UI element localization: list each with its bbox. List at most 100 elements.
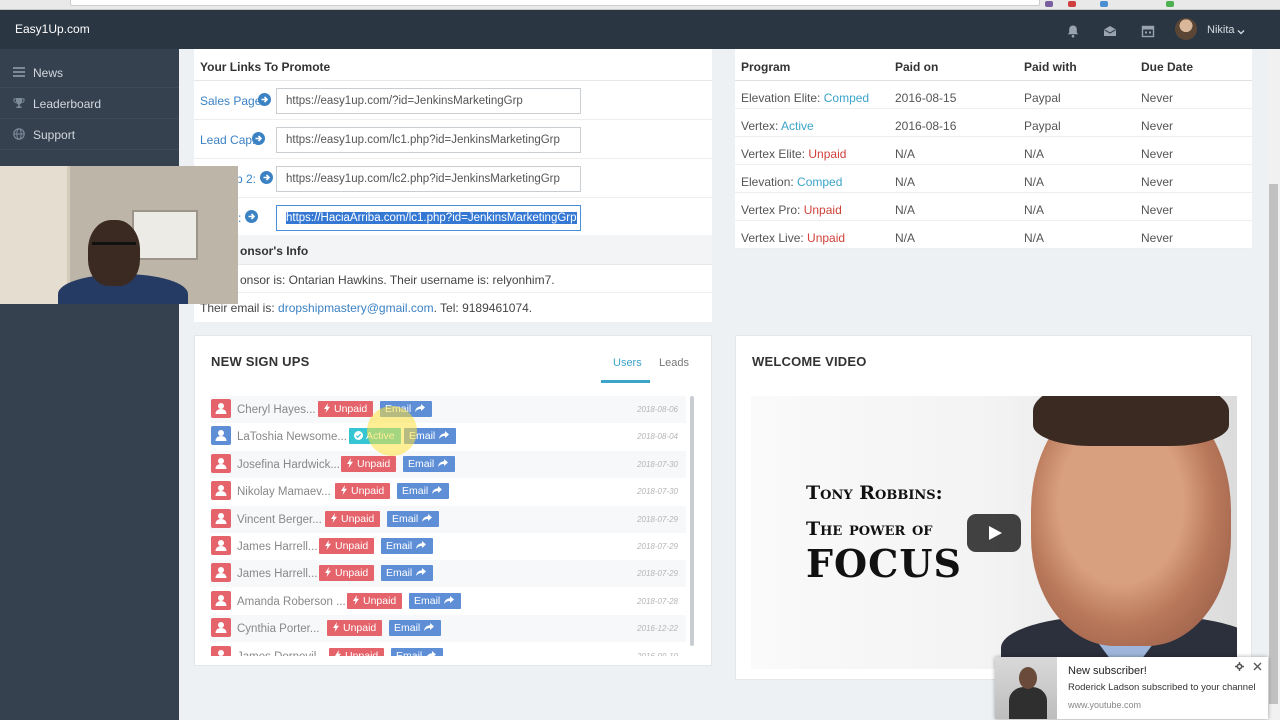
subscriber-notification[interactable]: New subscriber! Roderick Ladson subscrib… xyxy=(995,657,1268,719)
sidebar-item-support[interactable]: Support xyxy=(0,119,179,150)
user-name[interactable]: Nikita xyxy=(1207,24,1235,36)
link-label[interactable]: p 2: xyxy=(236,172,256,186)
signup-name[interactable]: James Dornevil... xyxy=(237,651,326,656)
notification-title: New subscriber! xyxy=(1068,665,1147,677)
spanish-lead-cap-link-field[interactable]: https://HaciaArriba.com/lc1.php?id=Jenki… xyxy=(276,205,581,231)
arrow-circle-right-icon[interactable] xyxy=(258,93,271,106)
user-icon xyxy=(211,536,231,555)
page-scrollbar-thumb[interactable] xyxy=(1269,184,1278,704)
arrow-circle-right-icon[interactable] xyxy=(252,132,265,145)
email-button[interactable]: Email xyxy=(387,510,440,527)
link-label[interactable]: Sales Page: xyxy=(200,94,265,108)
share-icon xyxy=(420,622,435,634)
page-scrollbar[interactable] xyxy=(1267,49,1280,720)
signup-name[interactable]: Josefina Hardwick... xyxy=(237,459,340,471)
email-button[interactable]: Email xyxy=(381,538,434,554)
signups-list: Cheryl Hayes...UnpaidEmail2018-08-06 LaTo… xyxy=(210,396,696,656)
signups-scrollbar[interactable] xyxy=(690,396,694,646)
signup-row: Cynthia Porter... Unpaid Email 2016-12-22 xyxy=(210,615,686,643)
signup-row: Vincent Berger... Unpaid Email 2018-07-29 xyxy=(210,505,686,533)
calendar-icon[interactable] xyxy=(1141,24,1155,38)
program-status: Comped xyxy=(823,91,870,105)
brand-logo[interactable]: Easy1Up.com xyxy=(15,22,90,36)
signup-name[interactable]: Cynthia Porter... xyxy=(237,623,319,635)
tab-users[interactable]: Users xyxy=(613,357,642,369)
tab-leads[interactable]: Leads xyxy=(659,357,689,369)
column-header-paid-on: Paid on xyxy=(895,60,939,74)
sponsor-contact-line: Their email is: dropshipmastery@gmail.co… xyxy=(194,293,712,321)
signup-name[interactable]: James Harrell... xyxy=(237,568,318,580)
email-button[interactable]: Email xyxy=(381,565,434,582)
extension-icon[interactable] xyxy=(1166,1,1174,7)
due-date: Never xyxy=(1141,147,1174,161)
close-icon[interactable] xyxy=(1253,662,1262,671)
sidebar-item-news[interactable]: News xyxy=(0,57,179,88)
program-row: Vertex Pro: Unpaid N/A N/A Never xyxy=(735,193,1252,221)
signup-name[interactable]: Nikolay Mamaev... xyxy=(237,486,331,498)
share-icon xyxy=(411,403,426,415)
lead-cap-link-field[interactable]: https://easy1up.com/lc1.php?id=JenkinsMa… xyxy=(276,127,581,153)
email-button[interactable]: Email xyxy=(397,483,450,500)
address-bar[interactable] xyxy=(70,0,1040,6)
signup-name[interactable]: Amanda Roberson ... xyxy=(237,596,346,608)
email-button[interactable]: Email xyxy=(389,620,442,637)
signup-name[interactable]: James Harrell... xyxy=(237,541,318,553)
signup-date: 2018-07-29 xyxy=(637,569,678,579)
program-row: Vertex Elite: Unpaid N/A N/A Never xyxy=(735,137,1252,165)
notification-source: www.youtube.com xyxy=(1068,700,1142,710)
active-tab-indicator xyxy=(601,380,650,383)
extension-icon[interactable] xyxy=(1100,1,1108,7)
chevron-down-icon[interactable] xyxy=(1237,25,1245,35)
program-name: Elevation: Comped xyxy=(741,175,843,189)
signup-row: James Harrell... Unpaid Email 2018-07-29 xyxy=(210,533,686,560)
program-status: Active xyxy=(781,119,814,133)
signup-name[interactable]: Vincent Berger... xyxy=(237,514,322,526)
play-button[interactable] xyxy=(967,514,1021,552)
due-date: Never xyxy=(1141,91,1174,105)
sidebar-item-leaderboard[interactable]: Leaderboard xyxy=(0,88,179,119)
extension-icon[interactable] xyxy=(1068,1,1076,7)
arrow-circle-right-icon[interactable] xyxy=(245,210,258,223)
email-button[interactable]: Email xyxy=(403,455,456,472)
extension-icon[interactable] xyxy=(1045,1,1053,7)
top-navbar: Easy1Up.com Nikita xyxy=(0,10,1280,49)
bolt-icon xyxy=(334,649,345,656)
signup-name[interactable]: LaToshia Newsome... xyxy=(237,431,347,443)
notification-avatar xyxy=(995,657,1057,719)
link-label[interactable]: : xyxy=(238,211,241,225)
bolt-icon xyxy=(340,485,351,497)
globe-icon xyxy=(13,128,25,140)
arrow-circle-right-icon[interactable] xyxy=(260,171,273,184)
program-table-header: Program Paid on Paid with Due Date xyxy=(735,49,1252,81)
email-button[interactable]: Email xyxy=(409,592,462,609)
user-icon xyxy=(211,399,231,418)
share-icon xyxy=(440,595,455,607)
user-avatar[interactable] xyxy=(1175,18,1197,40)
envelope-icon[interactable] xyxy=(1103,24,1117,36)
link-label[interactable]: Lead Cap: xyxy=(200,133,255,147)
link-row-sales-page: Sales Page: https://easy1up.com/?id=Jenk… xyxy=(194,81,712,120)
signup-row: Cheryl Hayes...UnpaidEmail2018-08-06 xyxy=(210,396,686,423)
bolt-icon xyxy=(324,540,335,552)
email-button[interactable]: Email xyxy=(391,647,444,656)
lead-cap-2-link-field[interactable]: https://easy1up.com/lc2.php?id=JenkinsMa… xyxy=(276,166,581,192)
webcam-background xyxy=(0,166,70,304)
status-badge: Unpaid xyxy=(325,510,381,527)
user-icon xyxy=(211,453,231,473)
sponsor-email-link[interactable]: dropshipmastery@gmail.com xyxy=(278,301,434,315)
gear-icon[interactable] xyxy=(1235,662,1244,671)
signup-row: Nikolay Mamaev... Unpaid Email 2018-07-30 xyxy=(210,478,686,505)
status-badge: Unpaid xyxy=(341,455,397,472)
user-icon xyxy=(211,481,231,501)
signup-name[interactable]: Cheryl Hayes... xyxy=(237,404,316,416)
program-status: Unpaid xyxy=(803,203,842,217)
bell-icon[interactable] xyxy=(1066,24,1080,38)
status-badge: Unpaid xyxy=(318,401,374,417)
sales-page-link-field[interactable]: https://easy1up.com/?id=JenkinsMarketing… xyxy=(276,88,581,114)
sponsor-info-title: onsor's Info xyxy=(194,235,712,265)
signup-date: 2016-12-22 xyxy=(637,624,678,634)
user-icon xyxy=(211,563,231,583)
video-player[interactable]: Tony Robbins: The power of FOCUS xyxy=(751,396,1237,669)
bolt-icon xyxy=(352,594,363,607)
program-row: Vertex: Active 2016-08-16 Paypal Never xyxy=(735,109,1252,137)
